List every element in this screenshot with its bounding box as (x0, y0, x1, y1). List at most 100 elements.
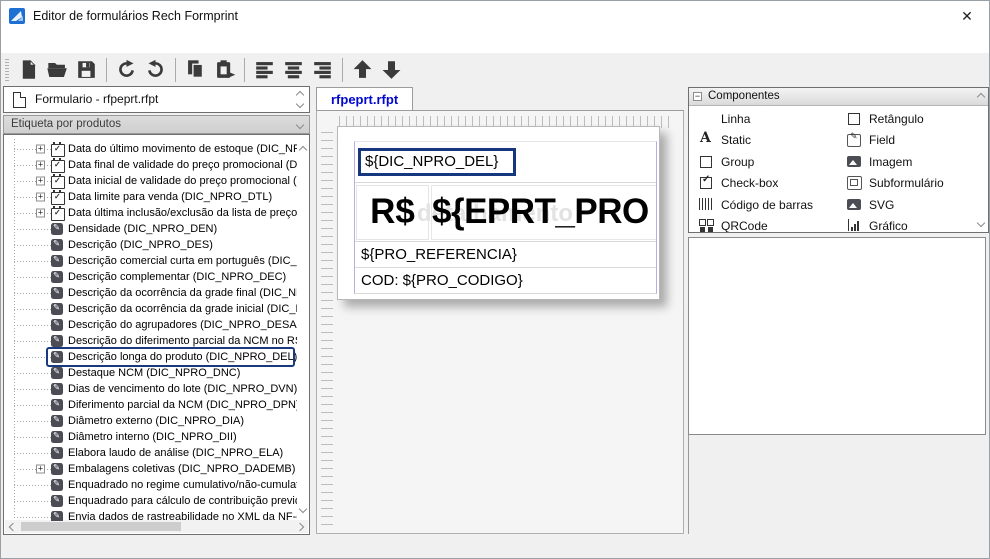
component-item[interactable]: Subformulário (847, 173, 962, 195)
tab-rfpeprt[interactable]: rfpeprt.rfpt (316, 87, 413, 111)
spinner-up-icon[interactable] (295, 91, 303, 99)
tree-item[interactable]: + Descrição comercial curta em português… (4, 253, 297, 269)
price-field-cell[interactable]: ${EPRT_PRO (431, 185, 656, 240)
expand-plus-icon[interactable]: + (36, 465, 45, 474)
tree-item[interactable]: + Diâmetro interno (DIC_NPRO_DII) (4, 429, 297, 445)
tree-item-icon (51, 175, 63, 187)
tree-item[interactable]: + Elabora laudo de análise (DIC_NPRO_ELA… (4, 445, 297, 461)
expand-plus-icon[interactable]: + (36, 161, 45, 170)
component-item[interactable]: QRCode (699, 216, 847, 234)
tree-item[interactable]: + Destaque NCM (DIC_NPRO_DNC) (4, 365, 297, 381)
component-item[interactable]: Field (847, 130, 962, 152)
tree-item-icon (51, 223, 63, 235)
menu-item[interactable] (69, 38, 91, 44)
tree-item[interactable]: + Descrição do diferimento parcial da NC… (4, 333, 297, 349)
h-scrollbar-thumb[interactable] (21, 522, 181, 531)
copy-button[interactable] (181, 56, 210, 83)
tree-item[interactable]: + Data última inclusão/exclusão da lista… (4, 205, 297, 221)
spinner-down-icon[interactable] (295, 100, 303, 108)
filter-combobox[interactable]: Etiqueta por produtos (3, 115, 310, 134)
component-label: Subformulário (869, 176, 944, 190)
tree-item-icon (51, 399, 63, 411)
component-item[interactable]: Gráfico (847, 216, 962, 234)
scroll-left-icon[interactable] (9, 523, 17, 531)
toolbar-separator (175, 58, 176, 82)
save-button[interactable] (72, 56, 101, 83)
menu-item[interactable] (25, 38, 47, 44)
component-item[interactable]: Imagem (847, 151, 962, 173)
tree-item[interactable]: + Data do último movimento de estoque (D… (4, 141, 297, 157)
tree-item[interactable]: + Data inicial de validade do preço prom… (4, 173, 297, 189)
redo-button[interactable] (141, 56, 170, 83)
tree-item[interactable]: + Descrição da ocorrência da grade final… (4, 285, 297, 301)
tree-item[interactable]: + Dias de vencimento do lote (DIC_NPRO_D… (4, 381, 297, 397)
code-field-cell[interactable]: COD: ${PRO_CODIGO} (355, 268, 656, 294)
expand-plus-icon[interactable]: + (36, 177, 45, 186)
selected-field-dic-npro-del[interactable]: ${DIC_NPRO_DEL} (358, 148, 516, 176)
scroll-right-icon[interactable] (296, 523, 304, 531)
paste-button[interactable] (210, 56, 239, 83)
move-down-button[interactable] (377, 56, 406, 83)
form-selector[interactable]: Formulario - rfpeprt.rfpt (3, 86, 310, 113)
reference-field-cell[interactable]: ${PRO_REFERENCIA} (355, 242, 656, 268)
component-item[interactable]: SVG (847, 194, 962, 216)
expand-plus-icon[interactable]: + (36, 209, 45, 218)
tree-item[interactable]: + Descrição do agrupadores (DIC_NPRO_DES… (4, 317, 297, 333)
components-scroll-down-icon[interactable] (977, 219, 985, 227)
currency-prefix-cell[interactable]: R$ (356, 185, 429, 240)
open-button[interactable] (43, 56, 72, 83)
tree-item[interactable]: + Data limite para venda (DIC_NPRO_DTL) (4, 189, 297, 205)
expand-plus-icon[interactable]: + (36, 193, 45, 202)
collapse-icon[interactable]: − (693, 92, 702, 101)
component-item[interactable]: Static (699, 130, 847, 152)
align-center-button[interactable] (279, 56, 308, 83)
component-item[interactable]: Linha (699, 108, 847, 130)
tree-scroll-up-icon[interactable] (299, 146, 307, 154)
tree-connector (14, 421, 51, 422)
label-sheet[interactable]: ${DIC_NPRO_DEL} detalhamento R$ ${EPRT_P… (337, 126, 660, 300)
close-icon[interactable]: ✕ (945, 1, 989, 31)
tree-item[interactable]: + Enquadrado no regime cumulativo/não-cu… (4, 477, 297, 493)
component-item[interactable]: Retângulo (847, 108, 962, 130)
tree-item[interactable]: + Descrição complementar (DIC_NPRO_DEC) (4, 269, 297, 285)
component-label: Group (721, 155, 754, 169)
tree-connector (14, 405, 51, 406)
toolbar-grip[interactable] (5, 59, 9, 81)
arrow-down-icon (381, 59, 402, 80)
align-right-button[interactable] (308, 56, 337, 83)
components-header[interactable]: − Componentes (689, 88, 988, 106)
align-left-button[interactable] (250, 56, 279, 83)
tree-item[interactable]: + Descrição (DIC_NPRO_DES) (4, 237, 297, 253)
align-left-icon (254, 59, 275, 80)
left-panel: Formulario - rfpeprt.rfpt Etiqueta por p… (3, 86, 310, 535)
tree-item-label: Descrição comercial curta em português (… (68, 255, 297, 267)
tree-item-icon (51, 351, 63, 363)
component-item[interactable]: Código de barras (699, 194, 847, 216)
tree-item[interactable]: + Enquadrado para cálculo de contribuiçã… (4, 493, 297, 509)
tree-item[interactable]: + Diferimento parcial da NCM (DIC_NPRO_D… (4, 397, 297, 413)
tree-item[interactable]: + Diâmetro externo (DIC_NPRO_DIA) (4, 413, 297, 429)
component-item[interactable]: Check-box (699, 173, 847, 195)
undo-button[interactable] (112, 56, 141, 83)
component-item[interactable]: Group (699, 151, 847, 173)
move-up-button[interactable] (348, 56, 377, 83)
menu-item[interactable] (3, 38, 25, 44)
tree-item[interactable]: + Descrição da ocorrência da grade inici… (4, 301, 297, 317)
design-canvas[interactable]: ${DIC_NPRO_DEL} detalhamento R$ ${EPRT_P… (316, 111, 684, 534)
tree-item[interactable]: + Data final de validade do preço promoc… (4, 157, 297, 173)
calendar-tabs (53, 190, 55, 193)
tree-scroll-down-icon[interactable] (299, 505, 307, 513)
expand-plus-icon[interactable]: + (36, 145, 45, 154)
tree-item[interactable]: + Embalagens coletivas (DIC_NPRO_DADEMB) (4, 461, 297, 477)
menu-bar (1, 31, 989, 53)
tree-item[interactable]: + Densidade (DIC_NPRO_DEN) (4, 221, 297, 237)
tree-item[interactable]: + Descrição longa do produto (DIC_NPRO_D… (4, 349, 297, 365)
components-title: Componentes (708, 88, 780, 106)
form-selector-spinner[interactable] (292, 89, 307, 110)
tree-h-scrollbar[interactable] (5, 520, 308, 533)
menu-item[interactable] (47, 38, 69, 44)
new-file-button[interactable] (14, 56, 43, 83)
chart-icon (847, 219, 863, 233)
tree-item-icon (51, 207, 63, 219)
menu-item[interactable] (91, 38, 113, 44)
